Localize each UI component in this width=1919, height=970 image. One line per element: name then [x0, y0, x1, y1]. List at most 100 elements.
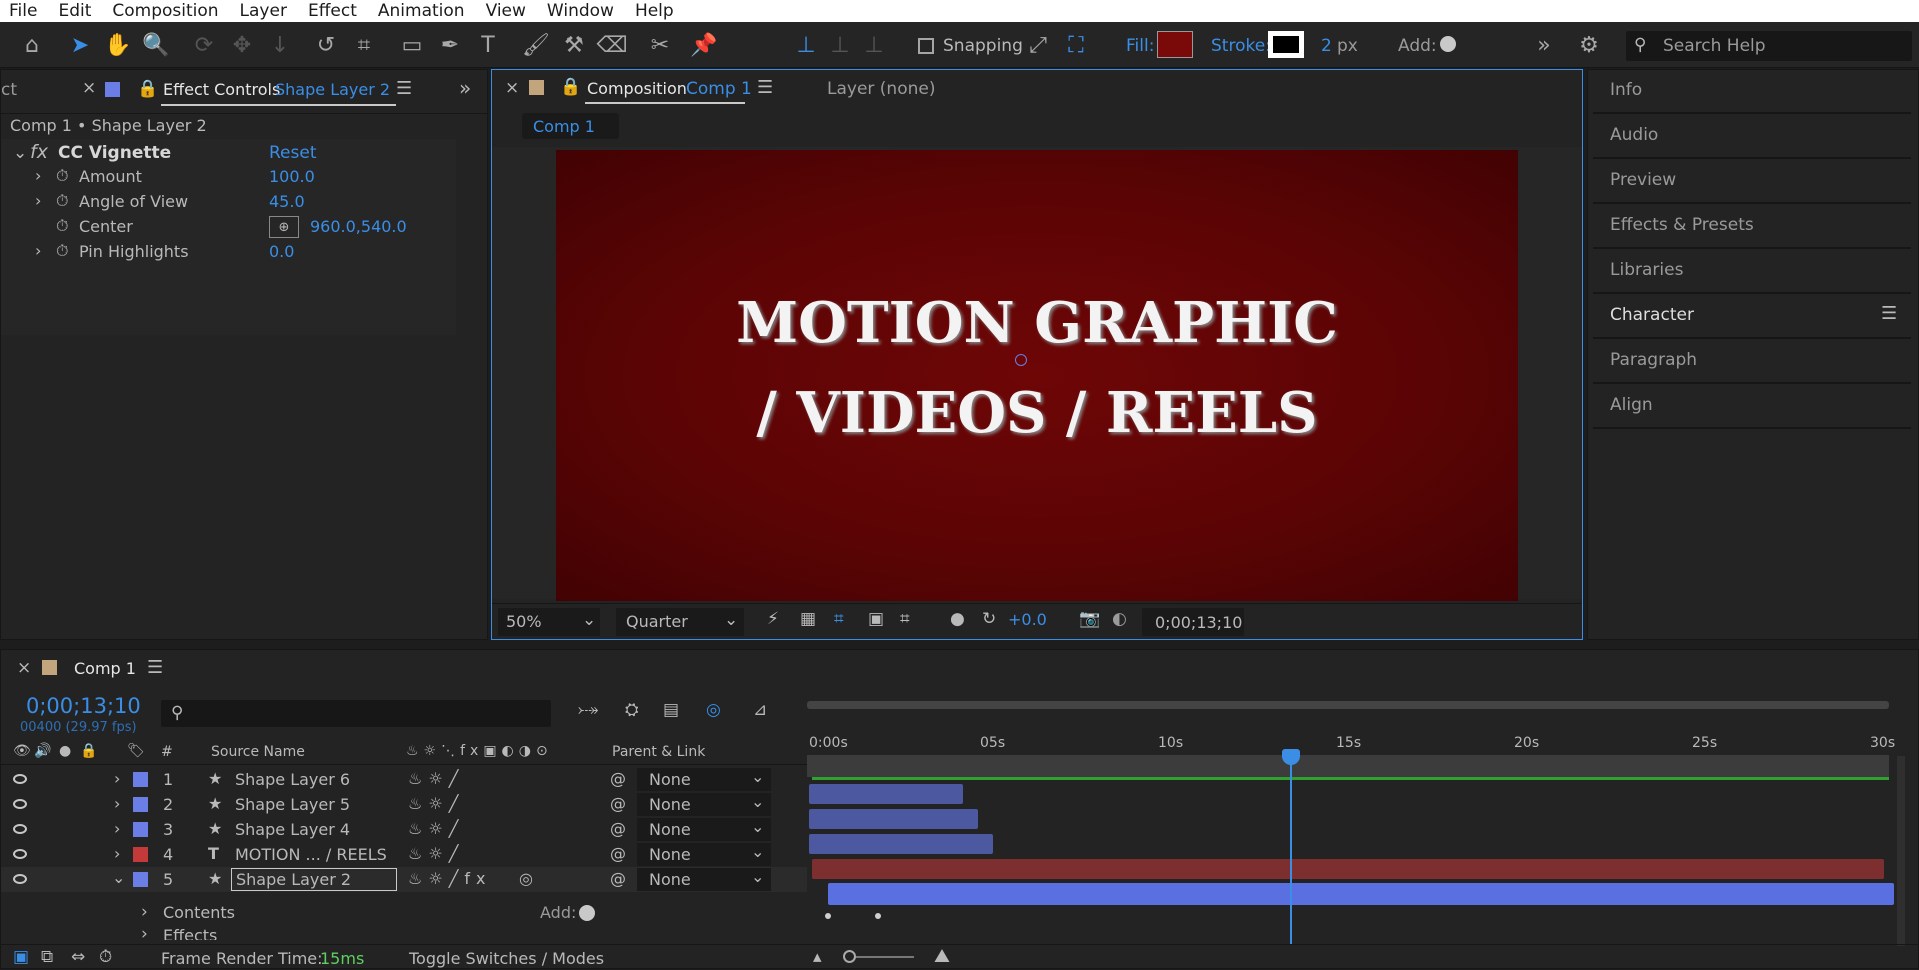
menu-edit[interactable]: Edit	[58, 1, 103, 21]
eye-column-icon[interactable]: 👁	[13, 743, 31, 759]
comp-name-tab[interactable]: Comp 1	[686, 79, 752, 99]
solo-column-icon[interactable]: ●	[59, 743, 71, 759]
layer-bar-selected[interactable]	[828, 883, 1894, 905]
layer-label-color[interactable]	[133, 822, 148, 837]
composition-tab[interactable]: Composition	[587, 79, 687, 98]
parent-dropdown[interactable]: None ⌄	[637, 792, 771, 816]
layer-switch-icons[interactable]: ♨☼╱	[408, 769, 464, 788]
motion-blur-switch-icon[interactable]: ◎	[519, 869, 533, 888]
reset-exposure-icon[interactable]: ↻	[982, 609, 996, 629]
graph-editor-icon[interactable]: ⊿	[753, 700, 767, 720]
fx-icon[interactable]: fx	[30, 141, 48, 163]
snapshot-icon[interactable]: 📷	[1079, 609, 1100, 629]
zoom-out-icon[interactable]: ▴	[813, 947, 822, 967]
stroke-width-value[interactable]: 2	[1321, 36, 1332, 56]
eye-icon[interactable]	[13, 824, 27, 834]
stopwatch-icon[interactable]: ⏱	[56, 191, 68, 211]
panel-preview[interactable]: Preview	[1593, 160, 1911, 204]
fill-label[interactable]: Fill:	[1126, 36, 1154, 56]
layer-switches-icon[interactable]: ▣	[13, 947, 29, 967]
keyframe-dot[interactable]	[875, 913, 881, 919]
parent-dropdown[interactable]: None ⌄	[637, 767, 771, 791]
layer-name[interactable]: MOTION ... / REELS	[235, 845, 387, 864]
panel-character[interactable]: Character ☰	[1593, 295, 1911, 339]
layer-bar[interactable]	[809, 784, 963, 804]
panel-menu-icon[interactable]: ☰	[147, 657, 163, 678]
lock-column-icon[interactable]: 🔒	[80, 743, 97, 759]
effect-controls-tab[interactable]: Effect Controls	[163, 80, 280, 99]
expand-toolbar-icon[interactable]: »	[1530, 31, 1558, 59]
pick-whip-icon[interactable]: @	[610, 869, 626, 888]
fill-color-swatch[interactable]	[1157, 31, 1193, 58]
exposure-value[interactable]: +0.0	[1008, 610, 1047, 629]
timeline-tab[interactable]: Comp 1	[74, 659, 136, 678]
label-column-icon[interactable]: 🏷	[127, 743, 145, 759]
lock-icon[interactable]: 🔒	[137, 79, 158, 99]
home-icon[interactable]: ⌂	[18, 31, 46, 59]
parent-dropdown[interactable]: None ⌄	[637, 842, 771, 866]
eye-icon[interactable]	[13, 849, 27, 859]
keyframe-dot[interactable]	[825, 913, 831, 919]
layer-switch-icons[interactable]: ♨☼╱	[408, 794, 464, 813]
layer-row[interactable]: › 4 T MOTION ... / REELS ♨☼╱ @ None ⌄	[1, 842, 807, 867]
resolution-dropdown[interactable]: Quarter ⌄	[616, 608, 744, 636]
menu-file[interactable]: File	[9, 1, 49, 21]
panel-libraries[interactable]: Libraries	[1593, 250, 1911, 294]
type-tool-icon[interactable]: T	[474, 31, 502, 59]
panel-audio[interactable]: Audio	[1593, 115, 1911, 159]
orbit-tool-icon[interactable]: ⟳	[190, 31, 218, 59]
zoom-tool-icon[interactable]: 🔍	[142, 31, 170, 59]
snapping-checkbox[interactable]	[918, 38, 934, 54]
panel-menu-icon[interactable]: ☰	[1881, 303, 1897, 324]
motion-blur-icon[interactable]: ◎	[706, 700, 721, 720]
render-time-icon[interactable]: ⏱	[99, 947, 112, 967]
roto-brush-tool-icon[interactable]: ✂	[646, 31, 674, 59]
layer-switch-icons[interactable]: ♨☼╱	[408, 844, 464, 863]
pick-whip-icon[interactable]: @	[610, 844, 626, 863]
frame-blending-icon[interactable]: ▤	[663, 700, 679, 720]
menu-animation[interactable]: Animation	[378, 1, 477, 21]
layer-row-selected[interactable]: ⌄ 5 ★ Shape Layer 2 ♨☼╱fx ◎ @ None ⌄	[1, 867, 807, 892]
source-name-header[interactable]: Source Name	[211, 744, 305, 760]
snap-features-icon[interactable]: ⛶	[1062, 31, 1090, 59]
current-time-field[interactable]: 0;00;13;10	[1142, 608, 1244, 636]
rotate-tool-icon[interactable]: ↺	[312, 31, 340, 59]
expand-effects-icon[interactable]: ›	[141, 924, 148, 944]
effects-group[interactable]: Effects	[163, 926, 217, 940]
stopwatch-icon[interactable]: ⏱	[56, 241, 68, 261]
menu-composition[interactable]: Composition	[112, 1, 230, 21]
anchor-tool-icon[interactable]: ⌗	[350, 31, 378, 59]
layer-label-color[interactable]	[133, 847, 148, 862]
layer-label-color[interactable]	[133, 797, 148, 812]
layer-label-color[interactable]	[133, 872, 148, 887]
zoom-slider[interactable]	[846, 956, 914, 958]
timeline-search-input[interactable]: ⚲	[161, 700, 551, 727]
prop-value[interactable]: 100.0	[269, 167, 315, 186]
draft-3d-icon[interactable]: ⛭	[625, 700, 639, 720]
vertical-scrollbar[interactable]	[1897, 756, 1905, 946]
expand-layer-icon[interactable]: ›	[114, 769, 120, 788]
pick-whip-icon[interactable]: @	[610, 794, 626, 813]
panel-effects-presets[interactable]: Effects & Presets	[1593, 205, 1911, 249]
pen-tool-icon[interactable]: ✒	[436, 31, 464, 59]
panel-align[interactable]: Align	[1593, 385, 1911, 429]
eye-icon[interactable]	[13, 799, 27, 809]
panel-menu-icon[interactable]: ☰	[396, 78, 412, 99]
expand-layer-icon[interactable]: ›	[114, 794, 120, 813]
layer-name-editing[interactable]: Shape Layer 2	[231, 868, 397, 891]
parent-dropdown[interactable]: None ⌄	[637, 817, 771, 841]
panel-paragraph[interactable]: Paragraph	[1593, 340, 1911, 384]
in-out-icon[interactable]: ⇔	[71, 947, 85, 967]
transparency-grid-icon[interactable]: ▦	[800, 609, 816, 629]
anchor-point-icon[interactable]	[1015, 354, 1027, 366]
show-snapshot-icon[interactable]: ◐	[1112, 609, 1127, 629]
comp-breadcrumb[interactable]: Comp 1	[522, 113, 619, 139]
crosshair-icon[interactable]: ⊕	[269, 216, 299, 238]
menu-help[interactable]: Help	[635, 1, 686, 21]
layer-bar[interactable]	[809, 834, 993, 854]
layer-row[interactable]: › 3 ★ Shape Layer 4 ♨☼╱ @ None ⌄	[1, 817, 807, 842]
add-menu-icon[interactable]	[579, 905, 595, 921]
dolly-tool-icon[interactable]: ↓	[266, 31, 294, 59]
work-area-scrollbar[interactable]	[807, 701, 1889, 709]
close-panel-icon[interactable]: ×	[505, 78, 519, 98]
